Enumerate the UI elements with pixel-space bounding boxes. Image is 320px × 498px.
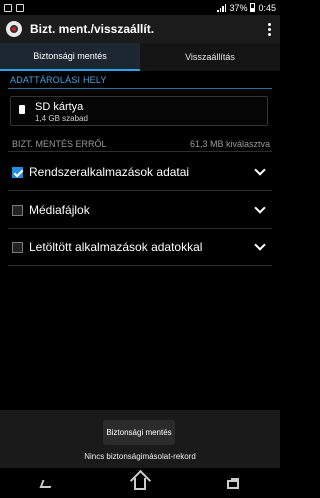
storage-free-space: 1,4 GB szabad bbox=[35, 114, 88, 123]
back-icon bbox=[39, 480, 54, 488]
clock: 0:45 bbox=[258, 2, 276, 13]
option-downloaded-apps[interactable]: Letöltött alkalmazások adatokkal bbox=[0, 229, 280, 265]
tab-restore[interactable]: Visszaállítás bbox=[140, 43, 280, 71]
recent-apps-button[interactable] bbox=[221, 475, 245, 493]
status-right: 37% 0:45 bbox=[217, 3, 276, 13]
checkbox[interactable] bbox=[12, 241, 23, 253]
signal-icon bbox=[217, 3, 227, 12]
home-button[interactable] bbox=[128, 475, 152, 493]
storage-location-selector[interactable]: SD kártya 1,4 GB szabad bbox=[10, 96, 268, 126]
tab-backup[interactable]: Biztonsági mentés bbox=[0, 43, 140, 71]
option-label: Médiafájlok bbox=[29, 203, 90, 217]
section-divider bbox=[8, 88, 272, 89]
action-bar: Bizt. ment./visszaállít. bbox=[0, 15, 280, 43]
option-system-apps[interactable]: Rendszeralkalmazások adatai bbox=[0, 154, 280, 190]
battery-icon bbox=[250, 3, 256, 12]
status-bar: 37% 0:45 bbox=[0, 0, 280, 15]
storage-location-header: ADATTÁROLÁSI HELY bbox=[10, 75, 107, 85]
app-title: Bizt. ment./visszaállít. bbox=[30, 22, 155, 36]
option-label: Letöltött alkalmazások adatokkal bbox=[29, 240, 203, 254]
checkbox[interactable] bbox=[12, 204, 23, 216]
chevron-down-icon[interactable] bbox=[254, 202, 266, 214]
navigation-bar bbox=[0, 470, 280, 498]
backup-button[interactable]: Biztonsági mentés bbox=[103, 420, 175, 445]
notification-icon-2 bbox=[16, 3, 24, 12]
option-media-files[interactable]: Médiafájlok bbox=[0, 192, 280, 228]
recent-apps-icon bbox=[227, 477, 240, 489]
backup-status-text: Nincs biztonságimásolat-rekord bbox=[84, 452, 196, 461]
chevron-down-icon[interactable] bbox=[254, 164, 266, 176]
checkbox[interactable] bbox=[12, 166, 23, 178]
backup-app-icon[interactable] bbox=[6, 21, 22, 37]
option-divider bbox=[8, 190, 272, 191]
status-left-icons bbox=[4, 3, 24, 12]
overflow-menu-icon[interactable] bbox=[264, 22, 274, 36]
home-icon bbox=[133, 478, 146, 490]
option-label: Rendszeralkalmazások adatai bbox=[29, 165, 190, 179]
section-divider-2 bbox=[8, 151, 272, 152]
option-divider bbox=[8, 265, 272, 266]
back-button[interactable] bbox=[35, 475, 59, 493]
tab-bar: Biztonsági mentés Visszaállítás bbox=[0, 43, 280, 71]
sd-card-icon bbox=[19, 105, 25, 114]
storage-location-label: SD kártya bbox=[35, 101, 84, 113]
backup-source-header: BIZT. MENTÉS ERRŐL bbox=[12, 139, 107, 149]
chevron-down-icon[interactable] bbox=[254, 239, 266, 251]
selected-size: 61,3 MB kiválasztva bbox=[189, 139, 270, 149]
battery-percent: 37% bbox=[229, 2, 248, 13]
notification-icon bbox=[4, 3, 12, 12]
